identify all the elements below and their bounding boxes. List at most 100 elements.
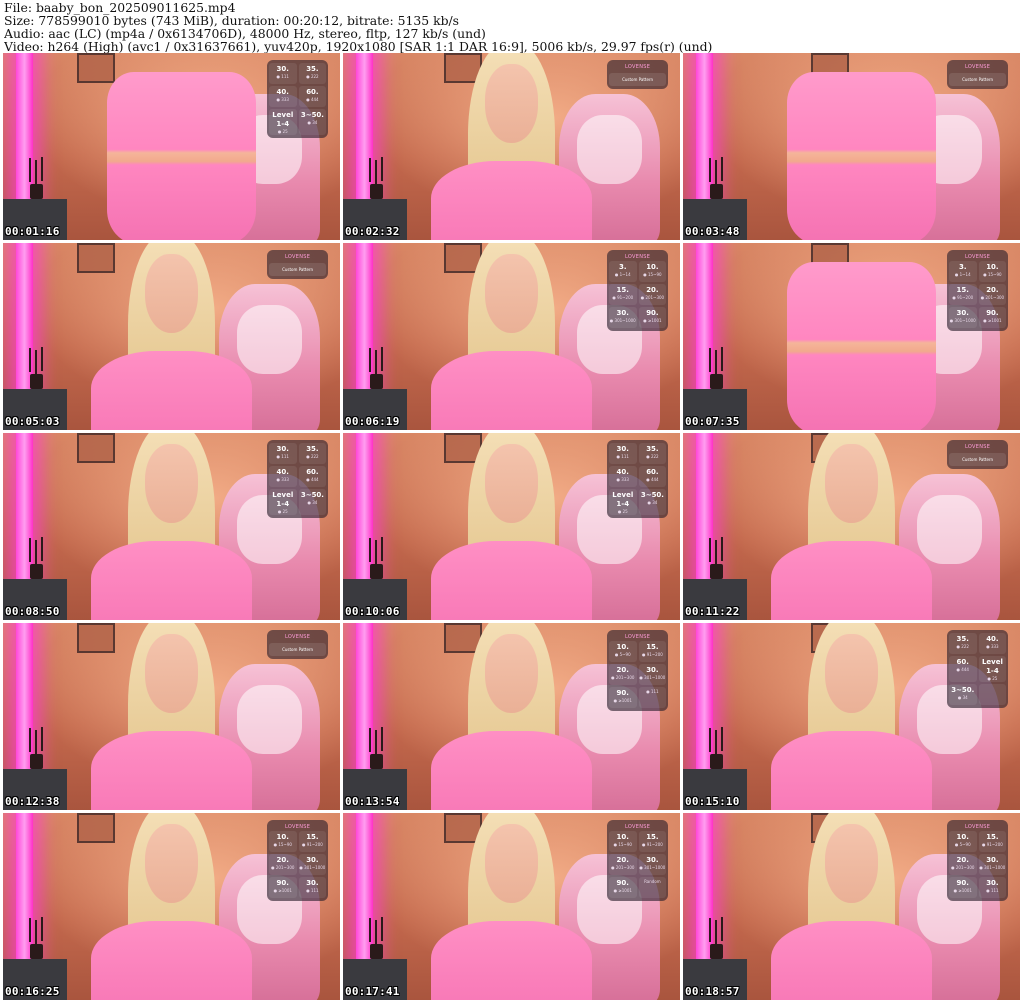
overlay-level-range: ● 25 [987, 676, 998, 682]
overlay-level-range: ● 333 [276, 477, 289, 483]
overlay-level-range: ● 111 [276, 74, 289, 80]
overlay-level-value: 10. [986, 263, 999, 272]
overlay-level-range: ● 25 [277, 509, 288, 515]
video-thumbnail[interactable]: LOVENSE 10. ● 5~90 15. ● 91~200 20. ● 201~300 3… [343, 623, 680, 810]
overlay-level-range: ● 333 [616, 477, 629, 483]
tip-menu-overlay: 30. ● 111 35. ● 222 40. ● 333 60. ● 444 Level 1-… [266, 60, 329, 139]
tip-menu-overlay: LOVENSE 3. ● 1~14 10. ● 15~90 15. ● 91~200 20. ●… [946, 250, 1009, 332]
overlay-level-value: 30. [956, 309, 969, 318]
tip-menu-overlay: LOVENSE 10. ● 5~90 15. ● 91~200 20. ● 201~300 3… [946, 820, 1009, 902]
overlay-level-value: 90. [956, 879, 969, 888]
overlay-level-cell: Level 1-4 ● 25 [608, 489, 637, 516]
overlay-level-value: 30. [276, 445, 289, 454]
overlay-level-cell: 90. ● ≥1001 [608, 687, 637, 709]
overlay-level-cell: 60. ● 444 [298, 86, 327, 108]
overlay-level-value: Level 1-4 [272, 491, 294, 509]
overlay-level-range: ● 15~90 [613, 842, 632, 848]
overlay-level-value: 20. [986, 286, 999, 295]
overlay-brand-label: LOVENSE [964, 444, 991, 451]
overlay-level-range: ● 201~300 [980, 295, 1005, 301]
thumbnail-timestamp: 00:08:50 [5, 605, 60, 618]
overlay-level-cell: 35. ● 222 [298, 63, 327, 85]
overlay-level-cell: 35. ● 222 [638, 443, 667, 465]
thumbnail-timestamp: 00:12:38 [5, 795, 60, 808]
thumbnail-timestamp: 00:01:16 [5, 225, 60, 238]
overlay-level-range: ● ≥1001 [983, 318, 1002, 324]
overlay-level-value: 30. [646, 666, 659, 675]
overlay-level-range: ● 91~200 [981, 842, 1003, 848]
overlay-level-value: 90. [646, 309, 659, 318]
overlay-level-value: 30. [986, 856, 999, 865]
overlay-level-cell: 90. ● ≥1001 [638, 307, 667, 329]
overlay-level-value: 10. [616, 833, 629, 842]
overlay-level-cell: 15. ● 91~200 [608, 284, 637, 306]
video-thumbnail[interactable]: LOVENSE Custom Pattern 00:12:38 [3, 623, 340, 810]
overlay-level-cell: 30. ● 301~1000 [298, 854, 327, 876]
tip-menu-overlay: LOVENSE 3. ● 1~14 10. ● 15~90 15. ● 91~200 20. ●… [606, 250, 669, 332]
video-thumbnail[interactable]: 30. ● 111 35. ● 222 40. ● 333 60. ● 444 Level 1-… [3, 53, 340, 240]
overlay-level-value: 35. [646, 445, 659, 454]
tip-menu-overlay: 30. ● 111 35. ● 222 40. ● 333 60. ● 444 Level 1-… [606, 440, 669, 519]
overlay-level-cell: 30. ● 301~1000 [978, 854, 1007, 876]
thumbnail-grid: 30. ● 111 35. ● 222 40. ● 333 60. ● 444 Level 1-… [3, 53, 1021, 1002]
overlay-level-range: ● 444 [646, 477, 659, 483]
overlay-level-cell: Level 1-4 ● 25 [268, 109, 297, 136]
video-thumbnail[interactable]: 30. ● 111 35. ● 222 40. ● 333 60. ● 444 Level 1-… [3, 433, 340, 620]
overlay-level-range: ● 15~90 [983, 272, 1002, 278]
overlay-level-cell: 3~50. ● 34 [948, 684, 977, 706]
overlay-level-cell: 90. ● ≥1001 [978, 307, 1007, 329]
video-thumbnail[interactable]: LOVENSE Custom Pattern 00:05:03 [3, 243, 340, 430]
overlay-pattern-label: Custom Pattern [948, 73, 1007, 87]
tip-menu-overlay: LOVENSE Custom Pattern [946, 440, 1009, 470]
file-info-header: File: baaby_bon_202509011625.mp4 Size: 7… [4, 1, 1020, 53]
overlay-level-range: ● 34 [957, 695, 968, 701]
overlay-brand-label: LOVENSE [284, 824, 311, 831]
overlay-level-value: 10. [646, 263, 659, 272]
overlay-level-cell: Level 1-4 ● 25 [268, 489, 297, 516]
video-thumbnail[interactable]: LOVENSE 10. ● 5~90 15. ● 91~200 20. ● 201~300 3… [683, 813, 1020, 1000]
video-thumbnail[interactable]: 35. ● 222 40. ● 333 60. ● 444 Level 1-4 ● 25 3~5… [683, 623, 1020, 810]
overlay-level-cell: 30. ● 301~1000 [948, 307, 977, 329]
video-thumbnail[interactable]: LOVENSE Custom Pattern 00:11:22 [683, 433, 1020, 620]
video-thumbnail[interactable]: LOVENSE 10. ● 15~90 15. ● 91~200 20. ● 201~300… [343, 813, 680, 1000]
video-thumbnail[interactable]: LOVENSE 3. ● 1~14 10. ● 15~90 15. ● 91~200 20. ●… [343, 243, 680, 430]
overlay-level-cell: 30. ● 111 [298, 877, 327, 899]
overlay-level-cell: 20. ● 201~300 [978, 284, 1007, 306]
overlay-level-range: ● 201~300 [611, 865, 635, 871]
overlay-level-value: 30. [616, 309, 629, 318]
overlay-level-value: 15. [986, 833, 999, 842]
tip-menu-overlay: LOVENSE 10. ● 15~90 15. ● 91~200 20. ● 201~300… [266, 820, 329, 902]
overlay-level-cell: 10. ● 5~90 [608, 641, 637, 663]
overlay-level-range: ● ≥1001 [643, 318, 662, 324]
overlay-level-cell: ● 111 [638, 687, 667, 709]
overlay-level-range: ● 222 [306, 454, 319, 460]
overlay-level-range: ● ≥1001 [613, 888, 632, 894]
overlay-level-value: 3. [958, 263, 967, 272]
overlay-level-value: 20. [616, 856, 629, 865]
overlay-level-range: ● 91~200 [952, 295, 974, 301]
overlay-level-cell: 20. ● 201~300 [638, 284, 667, 306]
video-thumbnail[interactable]: LOVENSE Custom Pattern 00:03:48 [683, 53, 1020, 240]
overlay-level-cell: 10. ● 5~90 [948, 831, 977, 853]
overlay-level-cell: 15. ● 91~200 [638, 831, 667, 853]
overlay-level-range: ● 111 [616, 454, 629, 460]
video-thumbnail[interactable]: LOVENSE Custom Pattern 00:02:32 [343, 53, 680, 240]
video-thumbnail[interactable]: LOVENSE 3. ● 1~14 10. ● 15~90 15. ● 91~200 20. ●… [683, 243, 1020, 430]
overlay-level-value: Level 1-4 [981, 658, 1003, 676]
overlay-brand-label: LOVENSE [964, 824, 991, 831]
overlay-level-cell: 30. ● 301~1000 [638, 664, 667, 686]
overlay-level-cell: 20. ● 201~300 [948, 854, 977, 876]
tip-menu-overlay: 35. ● 222 40. ● 333 60. ● 444 Level 1-4 ● 25 3~5… [946, 630, 1009, 709]
tip-menu-overlay: 30. ● 111 35. ● 222 40. ● 333 60. ● 444 Level 1-… [266, 440, 329, 519]
overlay-level-value: 3~50. [300, 111, 324, 120]
overlay-level-value: 60. [956, 658, 969, 667]
overlay-level-range: ● 301~1000 [949, 318, 976, 324]
tip-menu-overlay: LOVENSE Custom Pattern [266, 630, 329, 660]
overlay-level-value: 10. [616, 643, 629, 652]
overlay-level-cell: 3. ● 1~14 [608, 261, 637, 283]
video-thumbnail[interactable]: 30. ● 111 35. ● 222 40. ● 333 60. ● 444 Level 1-… [343, 433, 680, 620]
overlay-level-value: 10. [956, 833, 969, 842]
video-thumbnail[interactable]: LOVENSE 10. ● 15~90 15. ● 91~200 20. ● 201~300… [3, 813, 340, 1000]
overlay-level-value: 15. [646, 643, 659, 652]
overlay-pattern-label: Custom Pattern [268, 263, 327, 277]
